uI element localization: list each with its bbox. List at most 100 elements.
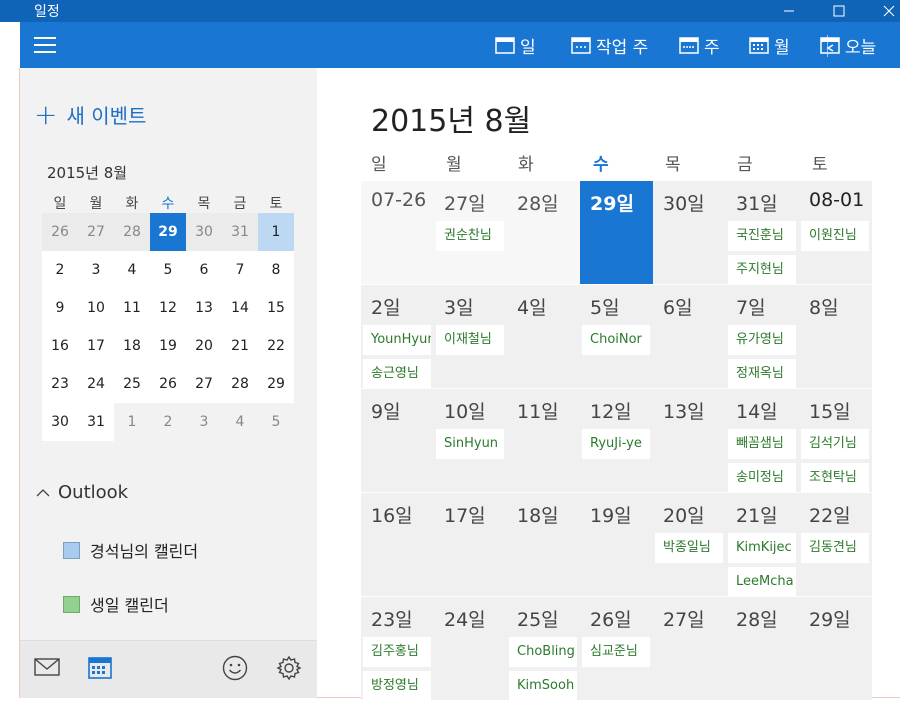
calendar-event[interactable]: 국진훈님 (728, 221, 796, 251)
mini-day[interactable]: 15 (258, 289, 294, 327)
today-button[interactable]: 오늘 (820, 22, 876, 68)
day-cell[interactable]: 10일 SinHyun (434, 389, 507, 492)
calendar-item-personal[interactable]: 경석님의 캘린더 (63, 538, 198, 562)
calendar-event[interactable]: 김석기님 (801, 429, 869, 459)
day-cell[interactable]: 19일 (580, 493, 653, 596)
day-cell[interactable]: 18일 (507, 493, 580, 596)
mini-day[interactable]: 18 (114, 327, 150, 365)
mini-day[interactable]: 21 (222, 327, 258, 365)
mini-day[interactable]: 1 (258, 213, 294, 251)
day-cell[interactable]: 28일 (507, 181, 580, 284)
mini-day[interactable]: 31 (222, 213, 258, 251)
day-cell[interactable]: 16일 (361, 493, 434, 596)
mini-day[interactable]: 13 (186, 289, 222, 327)
mini-day[interactable]: 28 (114, 213, 150, 251)
mini-day[interactable]: 29 (258, 365, 294, 403)
mini-day[interactable]: 27 (186, 365, 222, 403)
calendar-event[interactable]: ChoiNor (582, 325, 650, 355)
day-cell[interactable]: 17일 (434, 493, 507, 596)
calendar-event[interactable]: 유가영님 (728, 325, 796, 355)
mini-day[interactable]: 9 (42, 289, 78, 327)
calendar-event[interactable]: 방정영님 (363, 671, 431, 701)
calendar-event[interactable]: LeeMcha (728, 567, 796, 597)
day-cell[interactable]: 20일 박종일님 (653, 493, 726, 596)
mini-day[interactable]: 12 (150, 289, 186, 327)
mini-day[interactable]: 25 (114, 365, 150, 403)
menu-button[interactable] (34, 37, 56, 53)
calendar-event[interactable]: 김동견님 (801, 533, 869, 563)
calendar-event[interactable]: 김주홍님 (363, 637, 431, 667)
calendar-event[interactable]: SinHyun (436, 429, 504, 459)
day-cell[interactable]: 8일 (799, 285, 872, 388)
day-cell[interactable]: 27일 (653, 597, 726, 700)
settings-button[interactable] (276, 655, 302, 685)
calendar-event[interactable]: 이재철님 (436, 325, 504, 355)
mini-day[interactable]: 5 (150, 251, 186, 289)
mini-day[interactable]: 31 (78, 403, 114, 441)
mini-day[interactable]: 10 (78, 289, 114, 327)
day-cell[interactable]: 30일 (653, 181, 726, 284)
day-cell[interactable]: 5일 ChoiNor (580, 285, 653, 388)
calendar-event[interactable]: 박종일님 (655, 533, 723, 563)
mini-day[interactable]: 3 (186, 403, 222, 441)
calendar-event[interactable]: 송근영님 (363, 359, 431, 389)
day-cell[interactable]: 6일 (653, 285, 726, 388)
calendar-item-birthday[interactable]: 생일 캘린더 (63, 592, 169, 616)
day-cell[interactable]: 24일 (434, 597, 507, 700)
mini-day[interactable]: 4 (114, 251, 150, 289)
maximize-button[interactable] (816, 0, 862, 22)
day-cell[interactable]: 9일 (361, 389, 434, 492)
mini-day[interactable]: 1 (114, 403, 150, 441)
calendar-event[interactable]: ChoBling (509, 637, 577, 667)
day-cell[interactable]: 12일 RyuJi-ye (580, 389, 653, 492)
mini-day[interactable]: 26 (42, 213, 78, 251)
mini-day[interactable]: 28 (222, 365, 258, 403)
mini-day[interactable]: 24 (78, 365, 114, 403)
mini-day[interactable]: 2 (42, 251, 78, 289)
mini-day[interactable]: 27 (78, 213, 114, 251)
mini-day[interactable]: 26 (150, 365, 186, 403)
mini-day[interactable]: 5 (258, 403, 294, 441)
mini-day[interactable]: 23 (42, 365, 78, 403)
workweek-view-button[interactable]: 작업 주 (571, 22, 648, 68)
calendar-event[interactable]: YounHyun (363, 325, 431, 355)
calendar-event[interactable]: 이원진님 (801, 221, 869, 251)
week-view-button[interactable]: 주 (679, 22, 720, 68)
mini-day[interactable]: 16 (42, 327, 78, 365)
feedback-button[interactable] (222, 655, 248, 685)
day-cell[interactable]: 29일 (799, 597, 872, 700)
mini-day[interactable]: 17 (78, 327, 114, 365)
day-cell[interactable]: 28일 (726, 597, 799, 700)
calendar-event[interactable]: 주지현님 (728, 255, 796, 285)
minimize-button[interactable] (766, 0, 812, 22)
day-cell[interactable]: 4일 (507, 285, 580, 388)
calendar-event[interactable]: 빼꼼샘님 (728, 429, 796, 459)
day-cell[interactable]: 31일 국진훈님 주지현님 (726, 181, 799, 285)
day-cell[interactable]: 22일 김동견님 (799, 493, 872, 596)
calendar-event[interactable]: KimKijec (728, 533, 796, 563)
mini-day[interactable]: 22 (258, 327, 294, 365)
day-cell[interactable]: 21일 KimKijec LeeMcha (726, 493, 799, 597)
day-cell[interactable]: 25일 ChoBling KimSooh (507, 597, 580, 701)
day-cell[interactable]: 29일 (580, 181, 653, 284)
mini-day[interactable]: 7 (222, 251, 258, 289)
day-cell[interactable]: 26일 심교준님 (580, 597, 653, 700)
outlook-account-header[interactable]: Outlook (36, 482, 128, 503)
mini-day[interactable]: 30 (42, 403, 78, 441)
day-cell[interactable]: 15일 김석기님 조현탁님 (799, 389, 872, 493)
calendar-event[interactable]: 심교준님 (582, 637, 650, 667)
mini-day[interactable]: 2 (150, 403, 186, 441)
day-cell[interactable]: 07-26 (361, 181, 434, 284)
day-cell[interactable]: 14일 빼꼼샘님 송미정님 (726, 389, 799, 493)
day-cell[interactable]: 27일 권순찬님 (434, 181, 507, 284)
day-cell[interactable]: 11일 (507, 389, 580, 492)
day-cell[interactable]: 2일 YounHyun 송근영님 (361, 285, 434, 389)
calendar-button[interactable] (88, 655, 112, 683)
day-cell[interactable]: 08-01 이원진님 (799, 181, 872, 284)
calendar-event[interactable]: 정재옥님 (728, 359, 796, 389)
close-button[interactable] (866, 0, 900, 22)
mini-day[interactable]: 4 (222, 403, 258, 441)
mini-day[interactable]: 30 (186, 213, 222, 251)
new-event-button[interactable]: + 새 이벤트 (34, 100, 146, 129)
mini-day[interactable]: 3 (78, 251, 114, 289)
